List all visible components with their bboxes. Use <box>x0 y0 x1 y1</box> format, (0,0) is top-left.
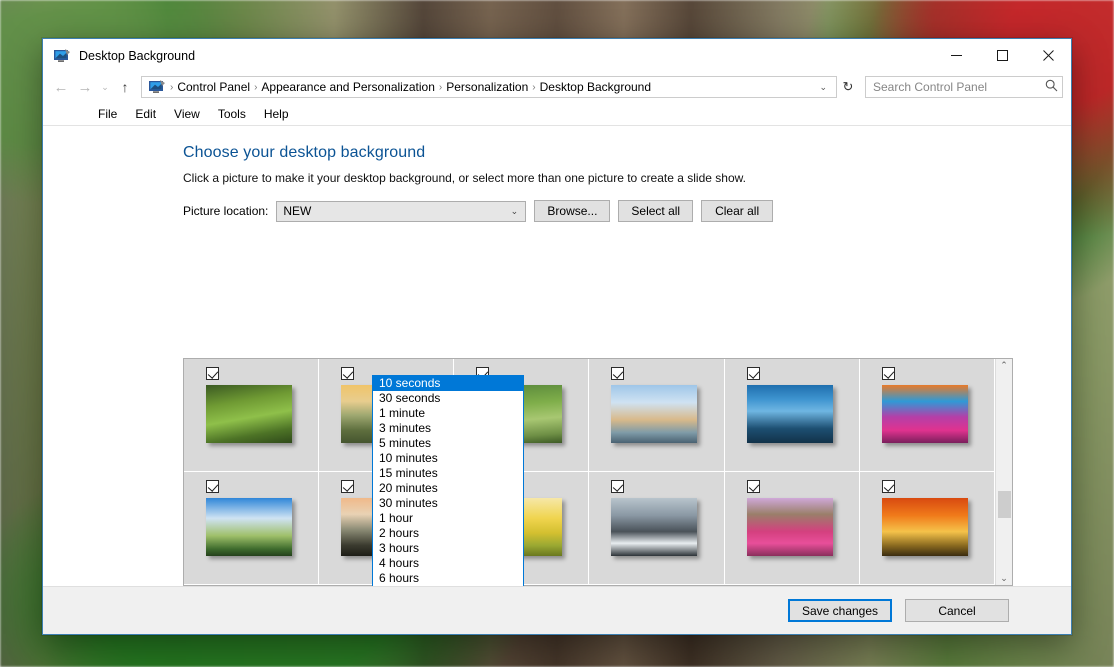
scroll-down-arrow[interactable]: ⌄ <box>1000 574 1008 583</box>
search-box[interactable]: Search Control Panel <box>865 76 1063 98</box>
interval-option[interactable]: 20 minutes <box>373 481 523 496</box>
caption-buttons <box>933 39 1071 72</box>
picture-location-row: Picture location: NEW ⌄ Browse... Select… <box>183 200 1071 222</box>
interval-option[interactable]: 10 minutes <box>373 451 523 466</box>
chevron-down-icon: ⌄ <box>510 205 519 216</box>
thumbnail-checkbox[interactable] <box>341 480 355 493</box>
interval-option[interactable]: 30 minutes <box>373 496 523 511</box>
thumbnail-checkbox[interactable] <box>746 480 760 493</box>
interval-option[interactable]: 2 hours <box>373 526 523 541</box>
breadcrumb-desktop-background[interactable]: Desktop Background <box>537 77 654 97</box>
interval-option[interactable]: 30 seconds <box>373 391 523 406</box>
thumbnail-checkbox[interactable] <box>611 367 625 380</box>
thumbnail-checkbox[interactable] <box>881 480 895 493</box>
close-button[interactable] <box>1025 39 1071 72</box>
forward-button[interactable]: → <box>73 75 97 99</box>
interval-option[interactable]: 10 seconds <box>373 376 523 391</box>
back-button[interactable]: ← <box>49 75 73 99</box>
thumbnail-panel: ⌃ ⌄ <box>183 358 1013 586</box>
interval-dropdown-list[interactable]: 10 seconds 30 seconds 1 minute 3 minutes 5 m… <box>372 375 524 586</box>
window-title: Desktop Background <box>79 48 196 63</box>
clear-all-button[interactable]: Clear all <box>701 200 774 222</box>
thumbnail-image-wheat-field-sunset[interactable] <box>881 498 968 556</box>
up-button[interactable]: ↑ <box>113 75 137 99</box>
thumbnail-cell[interactable] <box>724 472 860 585</box>
menu-tools[interactable]: Tools <box>209 104 255 124</box>
thumbnail-checkbox[interactable] <box>341 367 355 380</box>
cancel-button[interactable]: Cancel <box>905 599 1009 622</box>
interval-option[interactable]: 5 minutes <box>373 436 523 451</box>
thumbnail-image-lupine-field-sunset[interactable] <box>881 385 968 443</box>
thumbnail-cell[interactable] <box>184 359 320 472</box>
breadcrumb-personalization[interactable]: Personalization <box>443 77 531 97</box>
breadcrumb-monitor-icon <box>148 79 166 95</box>
interval-option[interactable]: 4 hours <box>373 556 523 571</box>
monitor-icon <box>53 48 71 64</box>
address-breadcrumb-bar[interactable]: › Control Panel › Appearance and Persona… <box>141 76 837 98</box>
picture-location-combo[interactable]: NEW ⌄ <box>276 200 527 222</box>
interval-option[interactable]: 1 hour <box>373 511 523 526</box>
maximize-button[interactable] <box>979 39 1025 72</box>
thumbnail-image-sunlit-forest-glade[interactable] <box>206 385 292 443</box>
breadcrumb-control-panel[interactable]: Control Panel <box>174 77 253 97</box>
content-area: Choose your desktop background Click a p… <box>43 126 1071 586</box>
interval-option[interactable]: 6 hours <box>373 571 523 586</box>
interval-option[interactable]: 1 minute <box>373 406 523 421</box>
thumbnail-grid <box>184 359 995 585</box>
scrollbar-thumb[interactable] <box>998 491 1011 518</box>
minimize-button[interactable] <box>933 39 979 72</box>
breadcrumb-appearance[interactable]: Appearance and Personalization <box>258 77 437 97</box>
address-bar-row: ← → ⌄ ↑ › Control Panel › Appearance and… <box>43 72 1071 102</box>
address-dropdown-icon[interactable]: ⌄ <box>812 82 834 93</box>
thumbnail-image-mountain-fireweed[interactable] <box>746 498 833 556</box>
thumbnail-checkbox[interactable] <box>206 480 219 493</box>
select-all-button[interactable]: Select all <box>618 200 694 222</box>
footer-bar: Save changes Cancel <box>43 586 1071 634</box>
desktop-background-window: Desktop Background ← → ⌄ ↑ › Control Pan… <box>42 38 1072 635</box>
menu-view[interactable]: View <box>165 104 209 124</box>
menu-help[interactable]: Help <box>255 104 298 124</box>
refresh-icon[interactable]: ↻ <box>837 76 859 98</box>
page-title: Choose your desktop background <box>183 144 426 161</box>
thumbnail-checkbox[interactable] <box>206 367 219 380</box>
menu-bar: File Edit View Tools Help <box>43 102 1071 126</box>
search-icon[interactable] <box>1045 79 1058 95</box>
interval-option[interactable]: 15 minutes <box>373 466 523 481</box>
thumbnail-cell[interactable] <box>724 359 860 472</box>
title-bar: Desktop Background <box>43 39 1071 72</box>
scroll-up-arrow[interactable]: ⌃ <box>1000 361 1008 370</box>
thumbnail-image-lakeside-pine-sunrise[interactable] <box>611 385 698 443</box>
menu-edit[interactable]: Edit <box>126 104 165 124</box>
thumbnail-checkbox[interactable] <box>611 480 625 493</box>
thumbnail-checkbox[interactable] <box>746 367 760 380</box>
picture-location-label: Picture location: <box>183 204 269 218</box>
interval-option[interactable]: 3 hours <box>373 541 523 556</box>
thumbnail-image-rocket-launch-reflection[interactable] <box>206 498 292 556</box>
thumbnail-cell[interactable] <box>859 359 995 472</box>
page-subtitle: Click a picture to make it your desktop … <box>183 171 746 185</box>
thumbnail-scrollbar[interactable]: ⌃ ⌄ <box>995 359 1012 585</box>
thumbnail-image-blue-mountain-vista[interactable] <box>746 385 833 443</box>
picture-location-value: NEW <box>283 204 312 218</box>
save-changes-button[interactable]: Save changes <box>788 599 892 622</box>
search-input[interactable]: Search Control Panel <box>873 80 1045 94</box>
thumbnail-cell[interactable] <box>589 472 725 585</box>
thumbnail-cell[interactable] <box>589 359 725 472</box>
menu-file[interactable]: File <box>89 104 126 124</box>
thumbnail-image-snowy-mountain-range[interactable] <box>611 498 698 556</box>
thumbnail-cell[interactable] <box>859 472 995 585</box>
browse-button[interactable]: Browse... <box>534 200 611 222</box>
recent-locations-icon[interactable]: ⌄ <box>97 75 113 99</box>
thumbnail-checkbox[interactable] <box>881 367 895 380</box>
thumbnail-cell[interactable] <box>184 472 320 585</box>
interval-option[interactable]: 3 minutes <box>373 421 523 436</box>
